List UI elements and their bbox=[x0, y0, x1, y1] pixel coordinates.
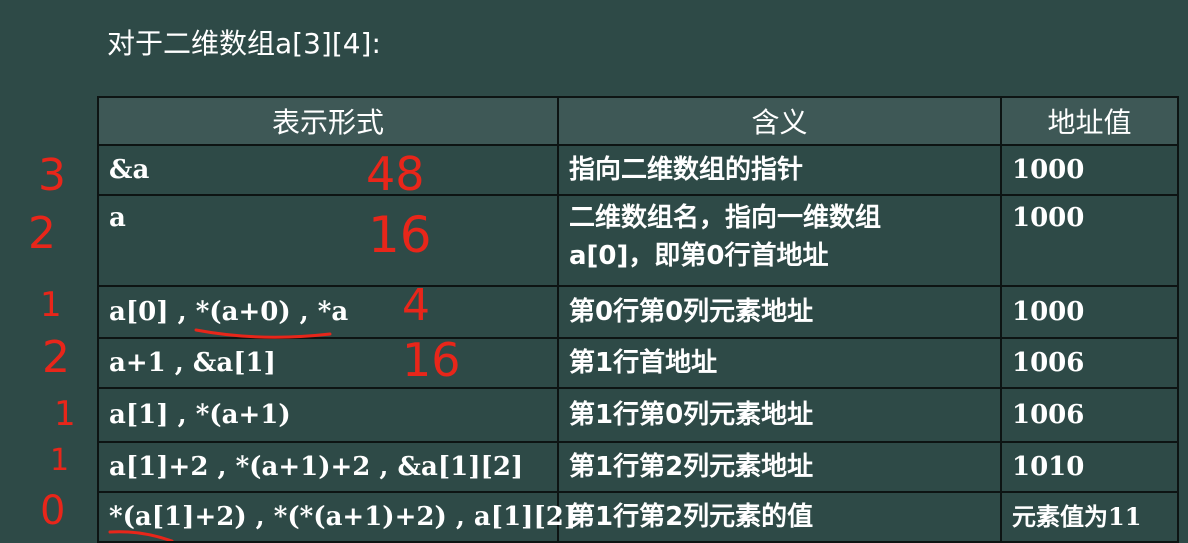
cell-form: &a bbox=[97, 144, 559, 196]
cell-address: 1000 bbox=[1000, 285, 1179, 339]
cell-form: a bbox=[97, 194, 559, 287]
cell-address: 1010 bbox=[1000, 441, 1179, 493]
annotation-left-3: 3 bbox=[38, 150, 66, 201]
header-address: 地址值 bbox=[1000, 96, 1179, 146]
annotation-left-1a: 1 bbox=[40, 285, 62, 325]
cell-form: a+1 , &a[1] bbox=[97, 337, 559, 389]
cell-form: a[1] , *(a+1) bbox=[97, 387, 559, 443]
cell-address: 1006 bbox=[1000, 387, 1179, 443]
cell-form: a[1]+2 , *(a+1)+2 , &a[1][2] bbox=[97, 441, 559, 493]
cell-meaning: 第1行第2列元素的值 bbox=[557, 491, 1002, 543]
page-title: 对于二维数组a[3][4]: bbox=[107, 27, 381, 60]
header-meaning: 含义 bbox=[557, 96, 1002, 146]
cell-address: 1000 bbox=[1000, 144, 1179, 196]
annotation-left-2: 2 bbox=[28, 208, 56, 259]
cell-address: 1000 bbox=[1000, 194, 1179, 287]
cell-meaning-line-2: a[0]，即第0行首地址 bbox=[569, 241, 829, 271]
annotation-left-1b: 1 bbox=[54, 394, 76, 434]
table-row: a 二维数组名，指向一维数组 a[0]，即第0行首地址 1000 bbox=[97, 194, 1179, 287]
table-header-row: 表示形式 含义 地址值 bbox=[97, 96, 1179, 146]
cell-meaning: 指向二维数组的指针 bbox=[557, 144, 1002, 196]
table-row: *(a[1]+2) , *(*(a+1)+2) , a[1][2] 第1行第2列… bbox=[97, 491, 1179, 543]
cell-form: a[0] , *(a+0) , *a bbox=[97, 285, 559, 339]
table-row: a[0] , *(a+0) , *a 第0行第0列元素地址 1000 bbox=[97, 285, 1179, 339]
cell-meaning: 第1行首地址 bbox=[557, 337, 1002, 389]
table-row: a+1 , &a[1] 第1行首地址 1006 bbox=[97, 337, 1179, 389]
cell-address: 1006 bbox=[1000, 337, 1179, 389]
cell-address: 元素值为11 bbox=[1000, 491, 1179, 543]
table-row: &a 指向二维数组的指针 1000 bbox=[97, 144, 1179, 196]
table-row: a[1] , *(a+1) 第1行第0列元素地址 1006 bbox=[97, 387, 1179, 443]
cell-meaning: 第1行第0列元素地址 bbox=[557, 387, 1002, 443]
annotation-left-1c: 1 bbox=[50, 443, 69, 478]
annotation-left-2b: 2 bbox=[42, 332, 70, 383]
cell-meaning: 第1行第2列元素地址 bbox=[557, 441, 1002, 493]
header-form: 表示形式 bbox=[97, 96, 559, 146]
pointer-table-container: 表示形式 含义 地址值 &a 指向二维数组的指针 1000 a 二维数组名，指向… bbox=[97, 96, 1179, 543]
pointer-table: 表示形式 含义 地址值 &a 指向二维数组的指针 1000 a 二维数组名，指向… bbox=[97, 96, 1179, 543]
cell-meaning-line-1: 二维数组名，指向一维数组 bbox=[569, 203, 882, 233]
table-row: a[1]+2 , *(a+1)+2 , &a[1][2] 第1行第2列元素地址 … bbox=[97, 441, 1179, 493]
annotation-left-0: 0 bbox=[40, 488, 65, 534]
cell-form: *(a[1]+2) , *(*(a+1)+2) , a[1][2] bbox=[97, 491, 576, 543]
cell-meaning: 第0行第0列元素地址 bbox=[557, 285, 1002, 339]
cell-meaning: 二维数组名，指向一维数组 a[0]，即第0行首地址 bbox=[557, 194, 1002, 287]
